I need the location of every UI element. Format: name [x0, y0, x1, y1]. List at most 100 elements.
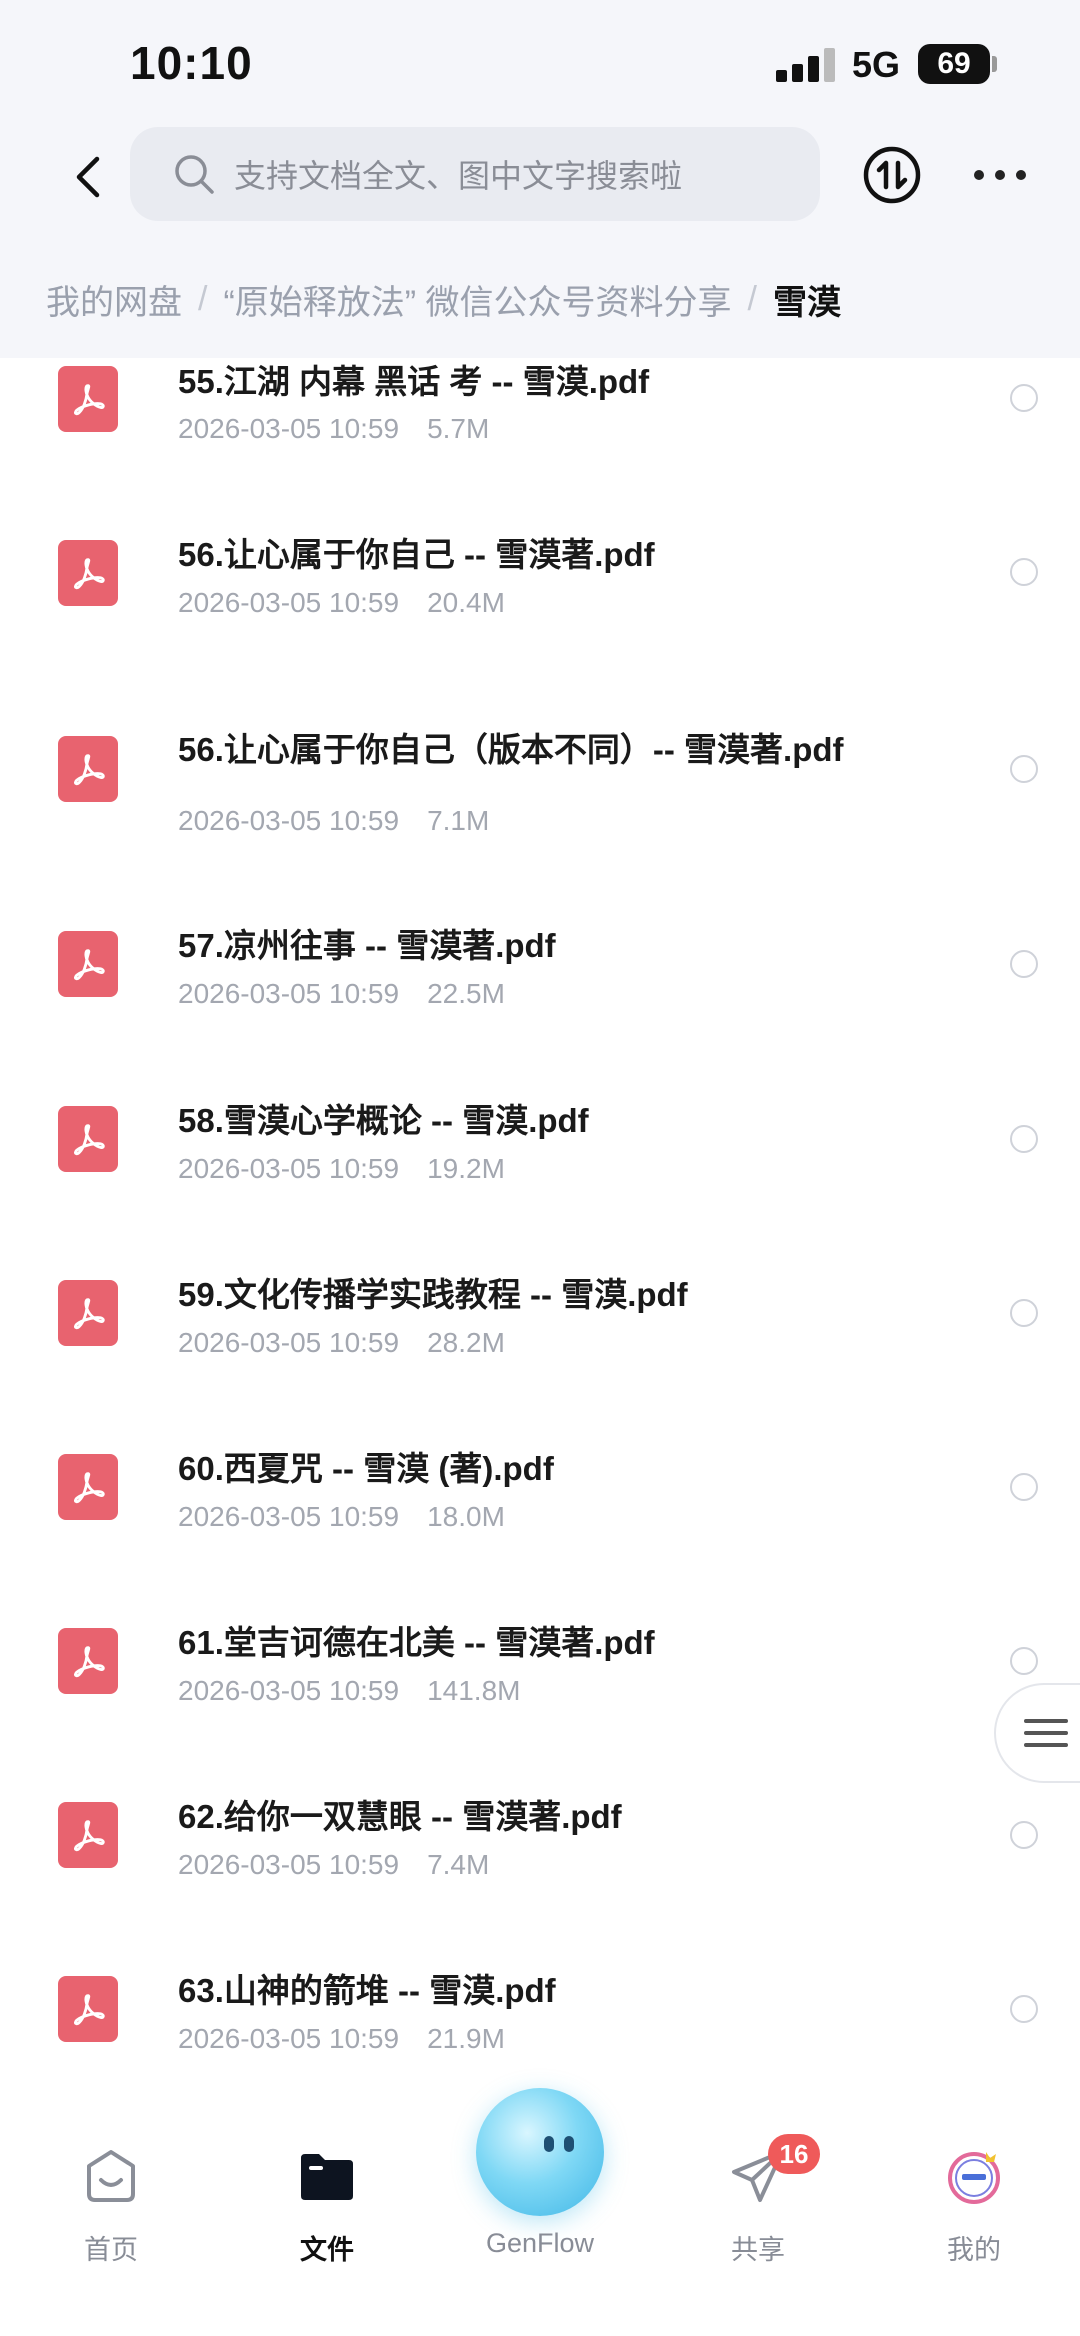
nav-share-label: 共享 — [731, 2235, 785, 2265]
pdf-file-icon — [58, 1454, 118, 1520]
file-name: 57.凉州往事 -- 雪漠著.pdf — [178, 927, 556, 964]
file-name: 61.堂吉诃德在北美 -- 雪漠著.pdf — [178, 1624, 655, 1661]
file-row[interactable]: 56.让心属于你自己 -- 雪漠著.pdf 2026-03-05 10:59 20… — [0, 498, 1080, 673]
nav-genflow-label: GenFlow — [485, 2228, 595, 2258]
pdf-file-icon — [58, 1628, 118, 1694]
select-checkbox[interactable] — [1010, 950, 1038, 978]
network-type: 5G — [852, 44, 901, 85]
file-size: 22.5M — [427, 978, 505, 1009]
file-meta: 2026-03-05 10:59 7.4M — [178, 1849, 489, 1881]
nav-home[interactable]: 首页 — [21, 2068, 201, 2268]
file-date: 2026-03-05 10:59 — [178, 413, 400, 444]
pdf-file-icon — [58, 1976, 118, 2042]
home-icon — [87, 2150, 135, 2202]
select-checkbox[interactable] — [1010, 1647, 1038, 1675]
file-date: 2026-03-05 10:59 — [178, 2023, 400, 2054]
battery-icon: 69 — [918, 44, 990, 84]
nav-mine[interactable]: 我的 — [884, 2068, 1064, 2268]
file-row[interactable]: 58.雪漠心学概论 -- 雪漠.pdf 2026-03-05 10:59 19.2… — [0, 1043, 1080, 1217]
status-bar: 10:10 5G 69 — [0, 0, 1080, 125]
file-size: 21.9M — [427, 2023, 505, 2054]
file-name: 63.山神的箭堆 -- 雪漠.pdf — [178, 1972, 556, 2009]
file-date: 2026-03-05 10:59 — [178, 1153, 400, 1184]
file-row[interactable]: 61.堂吉诃德在北美 -- 雪漠著.pdf 2026-03-05 10:59 14… — [0, 1565, 1080, 1739]
select-checkbox[interactable] — [1010, 1125, 1038, 1153]
select-checkbox[interactable] — [1010, 558, 1038, 586]
file-meta: 2026-03-05 10:59 141.8M — [178, 1675, 520, 1707]
back-button[interactable] — [58, 147, 118, 207]
genflow-orb-icon — [476, 2088, 604, 2216]
header: 支持文档全文、图中文字搜索啦 — [0, 125, 1080, 240]
file-meta: 2026-03-05 10:59 5.7M — [178, 413, 489, 445]
file-list: 55.江湖 内幕 黑话 考 -- 雪漠.pdf 2026-03-05 10:59… — [0, 358, 1080, 2068]
file-meta: 2026-03-05 10:59 28.2M — [178, 1327, 505, 1359]
select-checkbox[interactable] — [1010, 384, 1038, 412]
breadcrumb: 我的网盘 / “原始释放法” 微信公众号资料分享 / 雪漠 — [0, 240, 1080, 358]
file-row[interactable]: 63.山神的箭堆 -- 雪漠.pdf 2026-03-05 10:59 21.9M — [0, 1913, 1080, 2068]
select-checkbox[interactable] — [1010, 1821, 1038, 1849]
file-size: 20.4M — [427, 587, 505, 618]
file-size: 7.4M — [427, 1849, 490, 1880]
file-date: 2026-03-05 10:59 — [178, 805, 400, 836]
bottom-nav: 首页 文件 GenFlow 16 共享 我的 — [0, 2068, 1080, 2336]
folder-icon — [301, 2154, 353, 2200]
pdf-file-icon — [58, 931, 118, 997]
nav-share[interactable]: 16 共享 — [668, 2068, 848, 2268]
transfer-icon — [863, 146, 921, 204]
nav-files-label: 文件 — [300, 2235, 354, 2265]
file-date: 2026-03-05 10:59 — [178, 1849, 400, 1880]
signal-icon — [776, 48, 836, 82]
file-meta: 2026-03-05 10:59 18.0M — [178, 1501, 505, 1533]
search-bar[interactable]: 支持文档全文、图中文字搜索啦 — [130, 127, 820, 221]
pdf-file-icon — [58, 366, 118, 432]
breadcrumb-separator: / — [198, 279, 208, 318]
share-badge: 16 — [768, 2134, 820, 2174]
breadcrumb-item-root[interactable]: 我的网盘 — [46, 275, 182, 324]
file-row[interactable]: 59.文化传播学实践教程 -- 雪漠.pdf 2026-03-05 10:59 2… — [0, 1217, 1080, 1391]
breadcrumb-current: 雪漠 — [773, 283, 841, 322]
avatar-icon — [948, 2152, 1000, 2204]
file-date: 2026-03-05 10:59 — [178, 978, 400, 1009]
status-time: 10:10 — [130, 37, 253, 89]
file-meta: 2026-03-05 10:59 19.2M — [178, 1153, 505, 1185]
battery-cap — [992, 56, 997, 72]
file-size: 28.2M — [427, 1327, 505, 1358]
file-date: 2026-03-05 10:59 — [178, 587, 400, 618]
pdf-file-icon — [58, 1280, 118, 1346]
pdf-file-icon — [58, 540, 118, 606]
file-row[interactable]: 56.让心属于你自己（版本不同）-- 雪漠著.pdf 2026-03-05 10… — [0, 673, 1080, 868]
transfer-button[interactable] — [862, 145, 922, 205]
select-checkbox[interactable] — [1010, 755, 1038, 783]
select-checkbox[interactable] — [1010, 1473, 1038, 1501]
breadcrumb-separator: / — [747, 279, 757, 318]
file-name: 56.让心属于你自己 -- 雪漠著.pdf — [178, 536, 655, 573]
file-size: 5.7M — [427, 413, 490, 444]
file-date: 2026-03-05 10:59 — [178, 1675, 400, 1706]
file-date: 2026-03-05 10:59 — [178, 1327, 400, 1358]
pdf-file-icon — [58, 1802, 118, 1868]
menu-lines-icon — [1024, 1719, 1068, 1747]
file-name: 62.给你一双慧眼 -- 雪漠著.pdf — [178, 1798, 622, 1835]
select-checkbox[interactable] — [1010, 1995, 1038, 2023]
file-name: 58.雪漠心学概论 -- 雪漠.pdf — [178, 1102, 589, 1139]
nav-files[interactable]: 文件 — [237, 2068, 417, 2268]
file-row[interactable]: 55.江湖 内幕 黑话 考 -- 雪漠.pdf 2026-03-05 10:59… — [0, 358, 1080, 498]
file-row[interactable]: 57.凉州往事 -- 雪漠著.pdf 2026-03-05 10:59 22.5M — [0, 868, 1080, 1043]
file-size: 7.1M — [427, 805, 490, 836]
file-meta: 2026-03-05 10:59 21.9M — [178, 2023, 505, 2055]
breadcrumb-item-folder[interactable]: “原始释放法” 微信公众号资料分享 — [223, 275, 731, 324]
file-row[interactable]: 60.西夏咒 -- 雪漠 (著).pdf 2026-03-05 10:59 18.… — [0, 1391, 1080, 1565]
search-icon — [175, 155, 214, 194]
search-placeholder: 支持文档全文、图中文字搜索啦 — [234, 158, 683, 194]
file-size: 18.0M — [427, 1501, 505, 1532]
file-meta: 2026-03-05 10:59 20.4M — [178, 587, 505, 619]
more-dot-icon — [1016, 170, 1026, 180]
pdf-file-icon — [58, 1106, 118, 1172]
file-name: 60.西夏咒 -- 雪漠 (著).pdf — [178, 1450, 554, 1487]
file-row[interactable]: 62.给你一双慧眼 -- 雪漠著.pdf 2026-03-05 10:59 7.4… — [0, 1739, 1080, 1913]
nav-genflow[interactable]: GenFlow — [450, 2068, 630, 2268]
file-size: 141.8M — [427, 1675, 521, 1706]
select-checkbox[interactable] — [1010, 1299, 1038, 1327]
file-meta: 2026-03-05 10:59 22.5M — [178, 978, 505, 1010]
more-button[interactable] — [970, 145, 1030, 205]
